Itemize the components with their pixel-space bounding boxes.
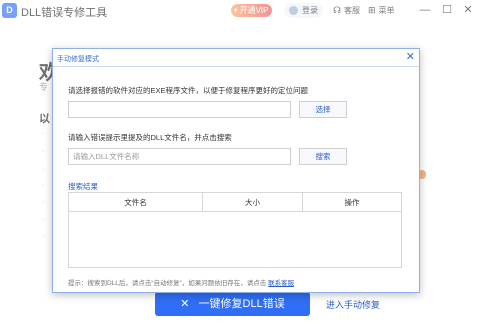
dll-name-label: 请输入错误提示里提及的DLL文件名，并点击搜索 — [68, 133, 232, 142]
hint-text: 提示：搜索到DLL后，请点击“自动修复”，如果问题依旧存在，请点击 联系客服 — [68, 277, 294, 287]
search-results-title: 搜索结果 — [68, 182, 98, 191]
close-icon[interactable]: ✕ — [406, 51, 415, 64]
contact-support-link[interactable]: 联系客服 — [268, 280, 294, 287]
exe-file-label: 请选择报错的软件对应的EXE程序文件，以便于修复程序更好的定位问题 — [68, 86, 309, 95]
results-table: 文件名 大小 操作 — [68, 192, 402, 268]
column-header-size: 大小 — [202, 193, 302, 212]
one-click-repair-button[interactable]: ✕ 一键修复DLL错误 — [155, 292, 310, 316]
results-table-header: 文件名 大小 操作 — [69, 193, 401, 212]
manual-repair-dialog: 手动修复模式 ✕ 请选择报错的软件对应的EXE程序文件，以便于修复程序更好的定位… — [52, 48, 420, 293]
manual-repair-link[interactable]: 进入手动修复 — [326, 298, 380, 311]
search-button[interactable]: 搜索 — [299, 148, 347, 165]
select-button[interactable]: 选择 — [299, 101, 347, 118]
repair-icon: ✕ — [180, 298, 190, 310]
hint-message: 提示：搜索到DLL后，请点击“自动修复”，如果问题依旧存在，请点击 — [68, 280, 267, 287]
dll-name-input[interactable] — [68, 148, 291, 165]
column-header-filename: 文件名 — [124, 198, 147, 207]
dialog-title: 手动修复模式 — [57, 56, 99, 63]
column-header-action: 操作 — [302, 193, 401, 212]
one-click-repair-label: 一键修复DLL错误 — [198, 298, 285, 310]
exe-file-input[interactable] — [68, 101, 291, 118]
dialog-header: 手动修复模式 ✕ — [53, 49, 419, 67]
